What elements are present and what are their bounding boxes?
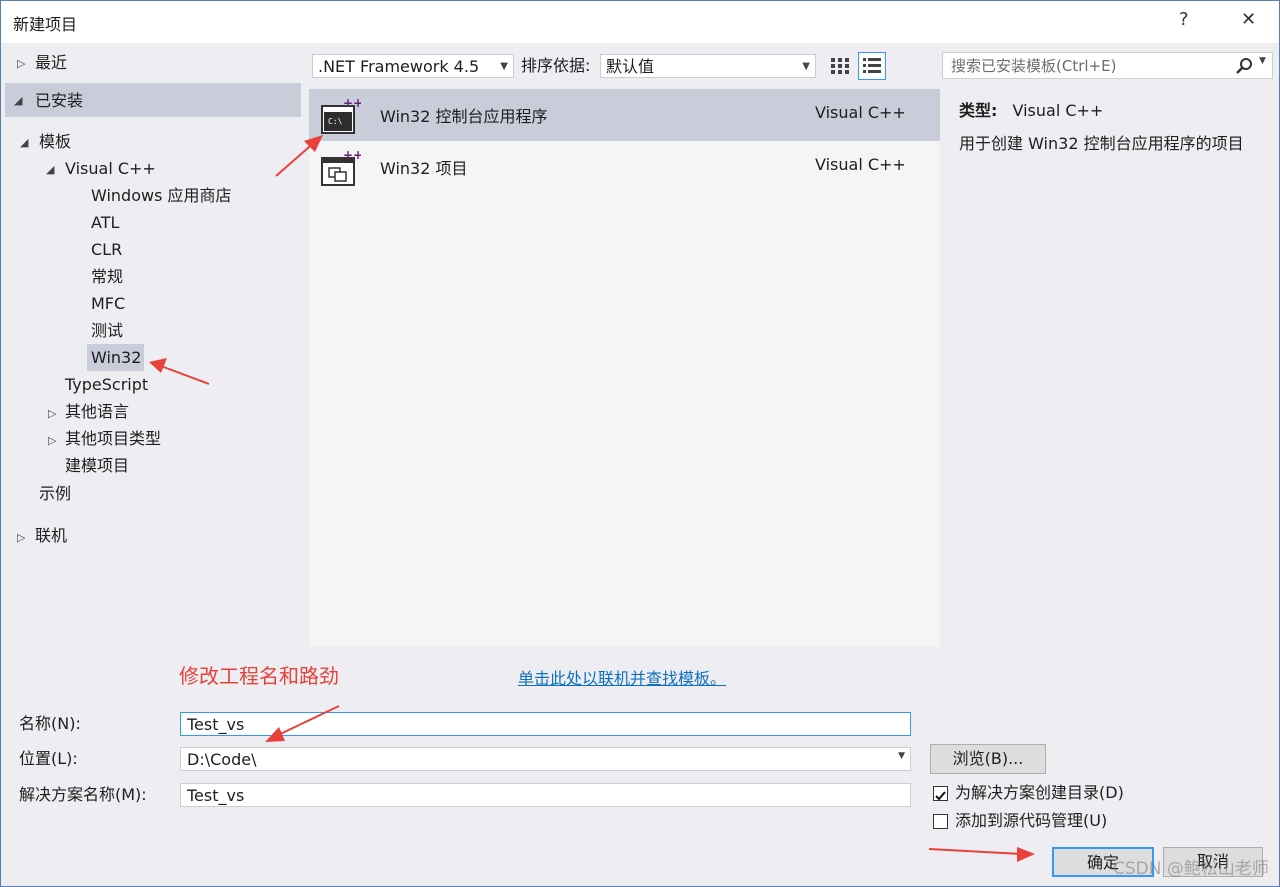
search-input[interactable] bbox=[949, 56, 1233, 76]
tree-item-other-project-types[interactable]: 其他项目类型 bbox=[65, 427, 161, 451]
expand-icon[interactable]: ▷ bbox=[17, 57, 25, 70]
online-templates-link[interactable]: 单击此处以联机并查找模板。 bbox=[518, 665, 726, 689]
tree-item-visual-cpp[interactable]: Visual C++ bbox=[65, 157, 156, 181]
location-label: 位置(L): bbox=[19, 749, 78, 768]
chevron-down-icon: ▼ bbox=[802, 61, 810, 72]
detail-type: 类型: Visual C++ bbox=[959, 97, 1103, 121]
browse-button[interactable]: 浏览(B)... bbox=[930, 744, 1046, 774]
template-row-win32-project[interactable]: ++ Win32 项目 Visual C++ bbox=[309, 141, 940, 193]
tree-item-samples[interactable]: 示例 bbox=[39, 482, 71, 506]
close-button[interactable]: ✕ bbox=[1241, 9, 1256, 30]
solution-label: 解决方案名称(M): bbox=[19, 785, 147, 804]
sort-value: 默认值 bbox=[606, 57, 655, 76]
template-name: Win32 项目 bbox=[380, 159, 468, 178]
win32-project-icon: ++ bbox=[321, 149, 361, 186]
template-name: Win32 控制台应用程序 bbox=[380, 107, 548, 126]
list-view-button[interactable] bbox=[858, 52, 886, 80]
tree-item-installed[interactable]: 已安装 bbox=[35, 89, 83, 113]
chevron-down-icon[interactable]: ▼ bbox=[898, 751, 905, 761]
solution-field[interactable] bbox=[180, 783, 911, 807]
list-icon bbox=[863, 58, 881, 73]
name-input[interactable] bbox=[185, 714, 846, 735]
name-label: 名称(N): bbox=[19, 714, 81, 733]
watermark: CSDN @鲍松山老师 bbox=[1113, 859, 1269, 879]
source-control-label[interactable]: 添加到源代码管理(U) bbox=[955, 810, 1107, 832]
template-row-console[interactable]: C:\ ++ Win32 控制台应用程序 Visual C++ bbox=[309, 89, 940, 141]
grid-icon bbox=[831, 58, 849, 74]
collapse-icon[interactable]: ◢ bbox=[14, 94, 22, 107]
console-app-icon: C:\ ++ bbox=[321, 97, 361, 134]
template-language: Visual C++ bbox=[815, 155, 906, 174]
location-field[interactable]: ▼ bbox=[180, 747, 911, 771]
create-directory-label[interactable]: 为解决方案创建目录(D) bbox=[955, 782, 1124, 804]
type-value: Visual C++ bbox=[1012, 101, 1104, 120]
arrow-to-ok-button bbox=[928, 848, 1022, 855]
search-icon[interactable] bbox=[1235, 57, 1255, 75]
tree-item-atl[interactable]: ATL bbox=[91, 211, 119, 235]
tree-item-typescript[interactable]: TypeScript bbox=[65, 373, 148, 397]
create-directory-checkbox[interactable] bbox=[933, 786, 948, 801]
tree-item-other-languages[interactable]: 其他语言 bbox=[65, 400, 129, 424]
svg-text:C:\: C:\ bbox=[328, 117, 343, 126]
name-field[interactable] bbox=[180, 712, 911, 736]
chevron-down-icon[interactable]: ▼ bbox=[1259, 56, 1266, 66]
sort-label: 排序依据: bbox=[521, 56, 591, 75]
dialog-title: 新建项目 bbox=[13, 15, 78, 34]
framework-value: .NET Framework 4.5 bbox=[318, 57, 480, 76]
framework-dropdown[interactable]: .NET Framework 4.5 ▼ bbox=[312, 54, 514, 78]
detail-description: 用于创建 Win32 控制台应用程序的项目 bbox=[959, 134, 1244, 153]
new-project-dialog: 新建项目 ? ✕ ▷ 最近 ◢ 已安装 ◢ 模板 ◢ Visual C++ Wi… bbox=[0, 0, 1280, 887]
annotation-text: 修改工程名和路劲 bbox=[179, 664, 339, 688]
sort-dropdown[interactable]: 默认值 ▼ bbox=[600, 54, 816, 78]
solution-input[interactable] bbox=[185, 785, 846, 806]
template-search[interactable]: ▼ bbox=[942, 52, 1273, 79]
template-list: C:\ ++ Win32 控制台应用程序 Visual C++ ++ Win32… bbox=[309, 89, 940, 647]
title-bar: 新建项目 ? ✕ bbox=[1, 1, 1279, 43]
help-button[interactable]: ? bbox=[1179, 9, 1189, 30]
tree-item-online[interactable]: 联机 bbox=[35, 524, 67, 548]
tree-item-general[interactable]: 常规 bbox=[91, 265, 123, 289]
tree-item-recent[interactable]: 最近 bbox=[35, 51, 67, 75]
tree-item-mfc[interactable]: MFC bbox=[91, 292, 125, 316]
tree-item-modeling[interactable]: 建模项目 bbox=[65, 454, 129, 478]
tree-item-clr[interactable]: CLR bbox=[91, 238, 122, 262]
location-input[interactable] bbox=[185, 749, 846, 770]
expand-icon[interactable]: ▷ bbox=[17, 531, 25, 544]
collapse-icon[interactable]: ◢ bbox=[20, 136, 28, 149]
arrow-to-win32 bbox=[160, 365, 210, 385]
svg-text:++: ++ bbox=[343, 97, 361, 110]
tree-item-win32[interactable]: Win32 bbox=[91, 346, 141, 370]
chevron-down-icon: ▼ bbox=[500, 61, 508, 72]
svg-text:++: ++ bbox=[343, 149, 361, 162]
collapse-icon[interactable]: ◢ bbox=[46, 163, 54, 176]
expand-icon[interactable]: ▷ bbox=[48, 407, 56, 420]
tree-item-windows-store[interactable]: Windows 应用商店 bbox=[91, 184, 232, 208]
expand-icon[interactable]: ▷ bbox=[48, 434, 56, 447]
template-language: Visual C++ bbox=[815, 103, 906, 122]
grid-view-button[interactable] bbox=[826, 52, 854, 80]
tree-item-templates[interactable]: 模板 bbox=[39, 130, 71, 154]
checkmark-icon bbox=[935, 791, 946, 801]
tree-item-test[interactable]: 测试 bbox=[91, 319, 123, 343]
type-label: 类型: bbox=[959, 101, 998, 120]
source-control-checkbox[interactable] bbox=[933, 814, 948, 829]
